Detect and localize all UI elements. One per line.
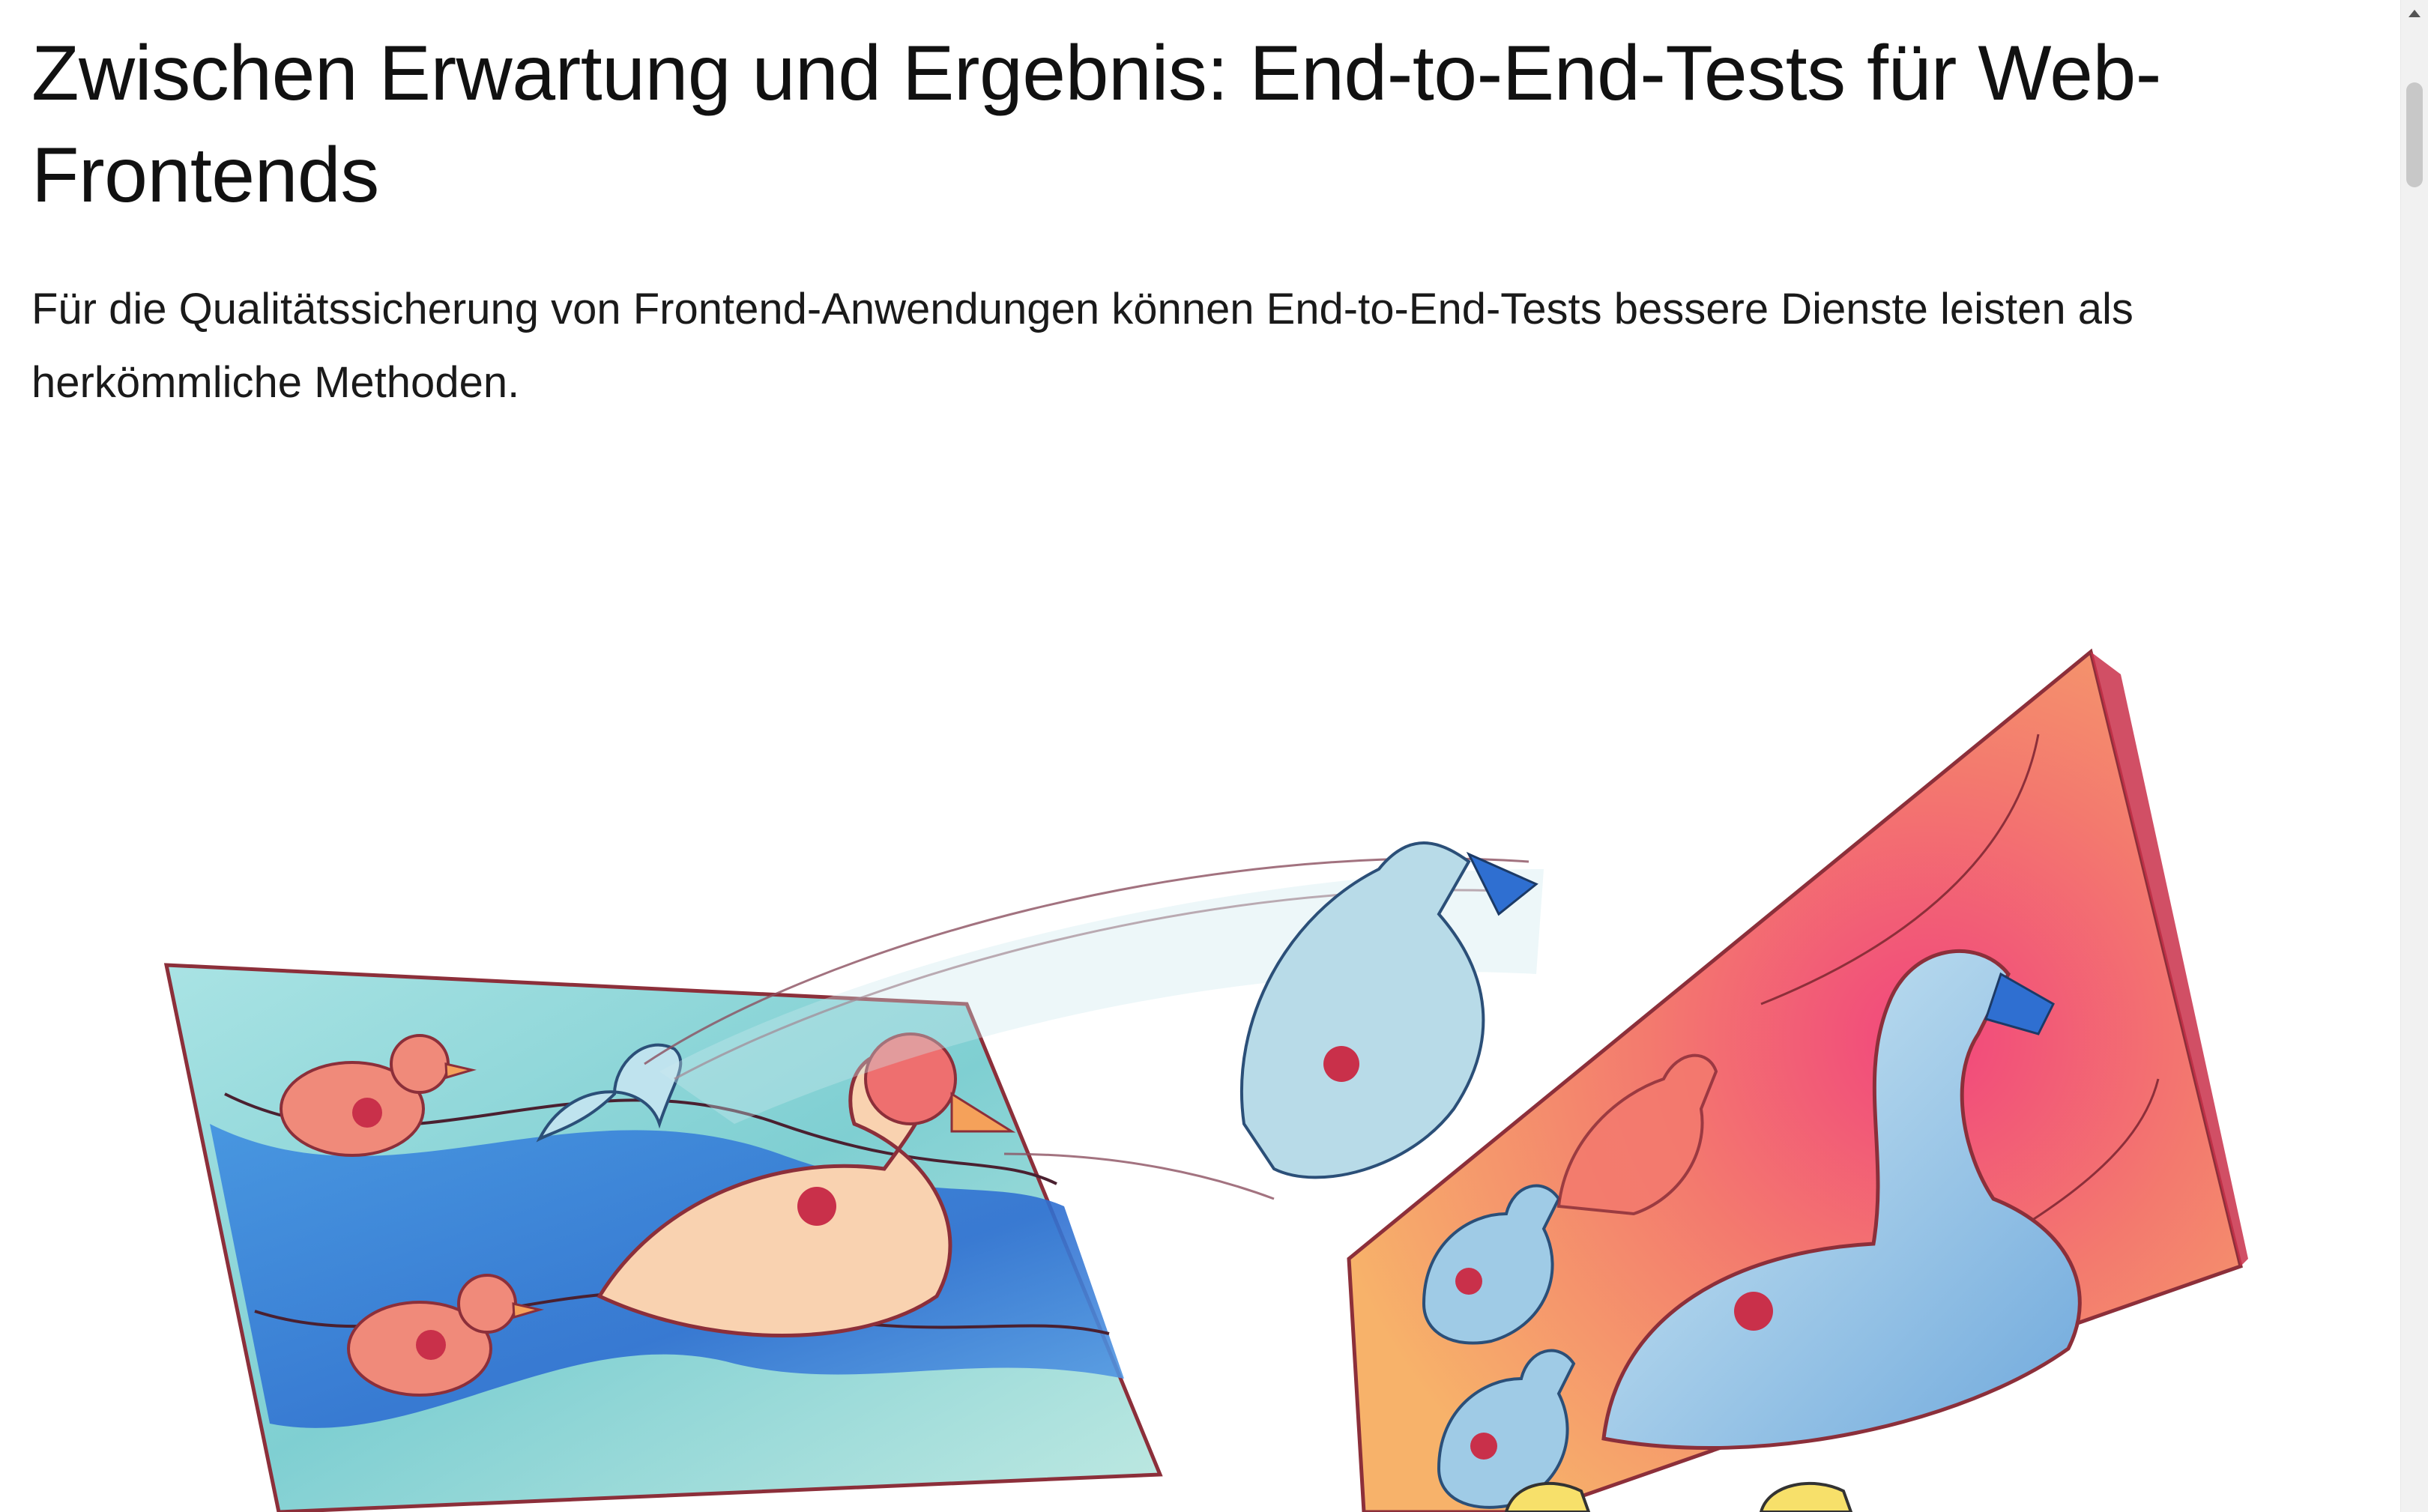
article-headline: Zwischen Erwartung und Ergebnis: End-to-… xyxy=(31,30,2161,219)
article-teaser: Für die Qualitätssicherung von Frontend-… xyxy=(31,285,2133,407)
hero-illustration xyxy=(0,554,2398,1512)
vertical-scrollbar[interactable] xyxy=(2400,0,2428,1512)
watercolor-ducks-swan-illustration xyxy=(163,648,2248,1512)
article: Zwischen Erwartung und Ergebnis: End-to-… xyxy=(31,22,2205,420)
scrollbar-thumb[interactable] xyxy=(2406,82,2423,187)
yellow-shapes xyxy=(1504,1481,1853,1512)
scroll-up-arrow-icon[interactable] xyxy=(2401,0,2428,27)
page: Zwischen Erwartung und Ergebnis: End-to-… xyxy=(0,0,2398,1512)
